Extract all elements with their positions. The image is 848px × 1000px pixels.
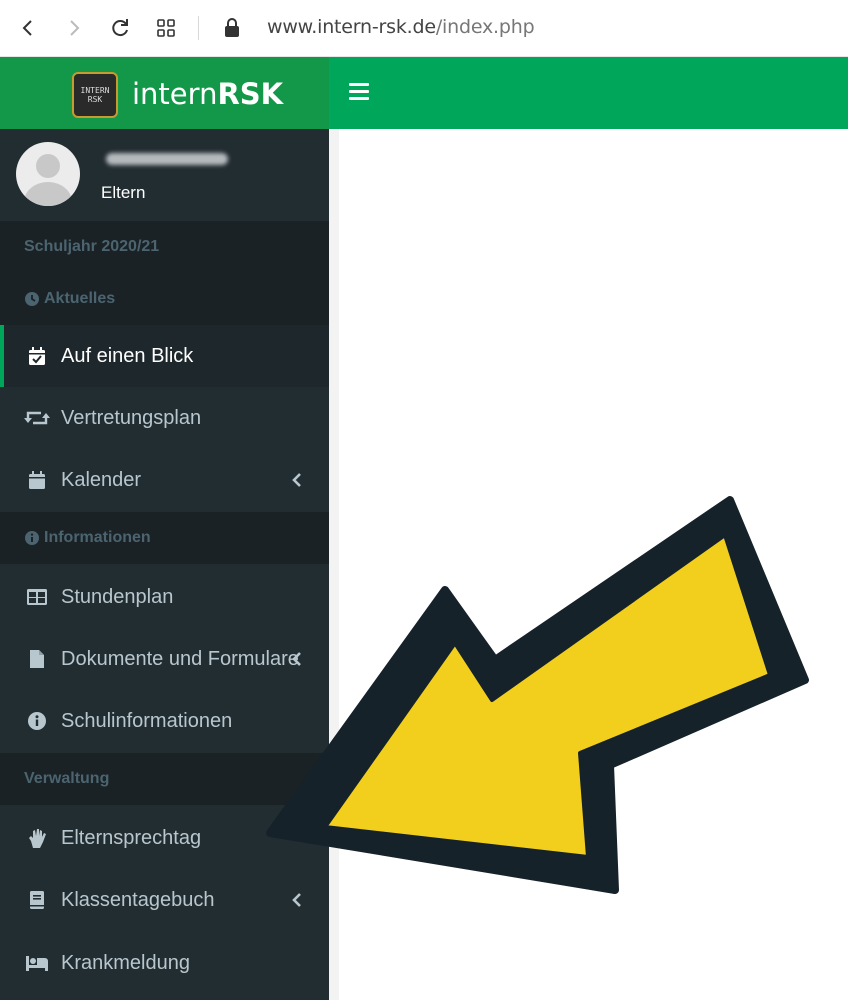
toolbar-divider bbox=[198, 16, 199, 40]
yellow-arrow-annotation bbox=[266, 496, 809, 894]
sidebar-item-label: Auf einen Blick bbox=[61, 344, 194, 367]
user-panel: Eltern bbox=[0, 129, 329, 221]
logo-text-line1: INTERN bbox=[80, 86, 110, 95]
back-icon[interactable] bbox=[14, 14, 42, 42]
section-aktuelles: Aktuelles bbox=[0, 273, 329, 325]
book-icon bbox=[24, 889, 50, 911]
avatar bbox=[16, 142, 80, 206]
file-icon bbox=[24, 648, 50, 670]
sidebar-item-label: Klassentagebuch bbox=[61, 888, 215, 911]
calendar-icon bbox=[24, 469, 50, 491]
brand-header: INTERN RSK internRSK bbox=[0, 57, 329, 129]
user-name-redacted bbox=[106, 153, 228, 165]
apps-grid-icon[interactable] bbox=[152, 14, 180, 42]
brand-name-bold: RSK bbox=[217, 77, 284, 111]
sidebar-item-vertretungsplan[interactable]: Vertretungsplan bbox=[0, 387, 329, 449]
top-navbar bbox=[329, 57, 848, 129]
lock-icon[interactable] bbox=[218, 14, 246, 42]
clock-icon bbox=[24, 291, 40, 307]
sidebar-item-label: Elternsprechtag bbox=[61, 826, 202, 849]
sidebar-item-label: Kalender bbox=[61, 468, 142, 491]
brand-name[interactable]: internRSK bbox=[132, 77, 283, 111]
calendar-check-icon bbox=[24, 345, 50, 367]
brand-name-light: intern bbox=[132, 77, 218, 111]
address-bar[interactable]: www.intern-rsk.de/index.php bbox=[267, 16, 535, 38]
sidebar-item-krankmeldung[interactable]: Krankmeldung bbox=[0, 932, 329, 994]
retweet-icon bbox=[24, 407, 50, 429]
url-path: /index.php bbox=[435, 16, 535, 38]
sidebar-item-label: Stundenplan bbox=[61, 585, 174, 608]
section-informationen-label: Informationen bbox=[44, 529, 151, 546]
handshake-icon bbox=[24, 827, 50, 849]
table-icon bbox=[24, 586, 50, 608]
info-circle-icon bbox=[24, 530, 40, 546]
browser-toolbar: www.intern-rsk.de/index.php bbox=[0, 0, 848, 57]
school-year-label: Schuljahr 2020/21 bbox=[24, 238, 160, 255]
section-aktuelles-label: Aktuelles bbox=[44, 290, 116, 307]
sidebar-item-label: Schulinformationen bbox=[61, 709, 233, 732]
user-role: Eltern bbox=[101, 183, 146, 202]
sidebar-item-auf-einen-blick[interactable]: Auf einen Blick bbox=[0, 325, 329, 387]
bed-icon bbox=[24, 952, 50, 974]
info-circle-icon bbox=[24, 710, 50, 732]
url-domain: www.intern-rsk.de bbox=[267, 16, 436, 38]
chevron-left-icon bbox=[291, 471, 303, 487]
brand-logo[interactable]: INTERN RSK bbox=[72, 72, 118, 118]
logo-text-line2: RSK bbox=[87, 95, 103, 104]
sidebar-item-label: Krankmeldung bbox=[61, 951, 190, 974]
sidebar-item-label: Vertretungsplan bbox=[61, 406, 202, 429]
section-verwaltung-label: Verwaltung bbox=[24, 770, 110, 787]
forward-icon[interactable] bbox=[60, 14, 88, 42]
reload-icon[interactable] bbox=[106, 14, 134, 42]
school-year-header: Schuljahr 2020/21 bbox=[0, 221, 329, 273]
hamburger-menu-icon[interactable] bbox=[349, 83, 369, 101]
